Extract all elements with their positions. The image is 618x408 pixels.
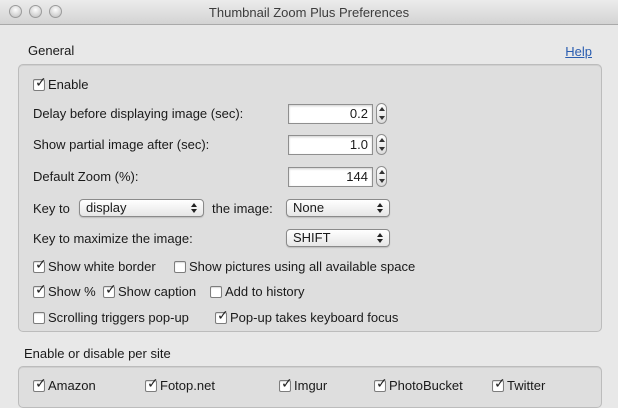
show-white-border-label: Show white border (48, 259, 156, 274)
delay-label: Delay before displaying image (sec): (33, 106, 244, 121)
key-modifier-select[interactable]: None (286, 199, 390, 217)
checkbox-box[interactable] (174, 260, 186, 273)
preferences-content: General Help ✓ Enable Delay before displ… (0, 25, 618, 408)
checkmark-icon: ✓ (376, 374, 388, 391)
keyboard-focus-checkbox[interactable]: ✓ Pop-up takes keyboard focus (215, 308, 399, 325)
stepper-up-icon[interactable] (379, 170, 385, 174)
use-all-space-checkbox[interactable]: Show pictures using all available space (174, 259, 415, 274)
checkbox-box[interactable] (210, 285, 222, 298)
help-link[interactable]: Help (565, 44, 592, 59)
site-imgur-checkbox[interactable]: ✓ Imgur (279, 376, 328, 393)
popup-arrows-icon (377, 203, 383, 213)
show-caption-checkbox[interactable]: ✓ Show caption (103, 282, 197, 299)
checkbox-box[interactable]: ✓ (33, 257, 47, 273)
popup-arrows-icon (377, 233, 383, 243)
stepper-down-icon[interactable] (379, 179, 385, 183)
stepper-up-icon[interactable] (379, 107, 385, 111)
delay-stepper[interactable] (376, 103, 387, 124)
site-twitter-label: Twitter (507, 378, 546, 393)
checkbox-box[interactable]: ✓ (33, 376, 47, 392)
partial-image-label: Show partial image after (sec): (33, 137, 210, 152)
enable-label: Enable (48, 77, 89, 92)
checkbox-box[interactable]: ✓ (215, 308, 229, 324)
key-action-select[interactable]: display (79, 199, 204, 217)
enable-checkbox[interactable]: ✓ Enable (33, 75, 89, 92)
add-to-history-label: Add to history (225, 284, 305, 299)
checkbox-box[interactable]: ✓ (374, 376, 388, 392)
checkbox-box[interactable]: ✓ (279, 376, 293, 392)
default-zoom-stepper[interactable] (376, 166, 387, 187)
checkmark-icon: ✓ (35, 374, 47, 391)
checkbox-box[interactable] (33, 311, 45, 324)
window-title: Thumbnail Zoom Plus Preferences (208, 5, 410, 20)
keyboard-focus-label: Pop-up takes keyboard focus (230, 310, 399, 325)
checkbox-box[interactable]: ✓ (103, 282, 117, 298)
show-caption-label: Show caption (118, 284, 197, 299)
partial-image-stepper[interactable] (376, 134, 387, 155)
key-action-value: display (86, 200, 127, 215)
show-percent-checkbox[interactable]: ✓ Show % (33, 282, 96, 299)
delay-input[interactable]: 0.2 (288, 104, 373, 124)
add-to-history-checkbox[interactable]: Add to history (210, 284, 305, 299)
the-image-label: the image: (212, 201, 273, 216)
checkmark-icon: ✓ (217, 306, 229, 323)
checkmark-icon: ✓ (147, 374, 159, 391)
stepper-up-icon[interactable] (379, 138, 385, 142)
scrolling-popup-label: Scrolling triggers pop-up (48, 310, 189, 325)
site-amazon-checkbox[interactable]: ✓ Amazon (33, 376, 96, 393)
checkbox-box[interactable]: ✓ (145, 376, 159, 392)
maximize-key-value: SHIFT (293, 230, 331, 245)
checkbox-box[interactable]: ✓ (33, 282, 47, 298)
sites-section-title: Enable or disable per site (24, 346, 171, 361)
title-bar: Thumbnail Zoom Plus Preferences (0, 0, 618, 25)
scrolling-popup-checkbox[interactable]: Scrolling triggers pop-up (33, 310, 189, 325)
checkbox-box[interactable]: ✓ (33, 75, 47, 91)
checkmark-icon: ✓ (281, 374, 293, 391)
key-to-label: Key to (33, 201, 70, 216)
use-all-space-label: Show pictures using all available space (189, 259, 416, 274)
checkmark-icon: ✓ (105, 280, 117, 297)
site-imgur-label: Imgur (294, 378, 328, 393)
show-percent-label: Show % (48, 284, 96, 299)
site-amazon-label: Amazon (48, 378, 96, 393)
checkmark-icon: ✓ (35, 73, 47, 90)
maximize-key-select[interactable]: SHIFT (286, 229, 390, 247)
checkmark-icon: ✓ (35, 280, 47, 297)
default-zoom-label: Default Zoom (%): (33, 169, 139, 184)
site-fotop-label: Fotop.net (160, 378, 215, 393)
checkmark-icon: ✓ (35, 255, 47, 272)
key-modifier-value: None (293, 200, 325, 215)
partial-image-input[interactable]: 1.0 (288, 135, 373, 155)
checkmark-icon: ✓ (494, 374, 506, 391)
default-zoom-input[interactable]: 144 (288, 167, 373, 187)
popup-arrows-icon (191, 203, 197, 213)
maximize-key-label: Key to maximize the image: (33, 231, 193, 246)
site-photobucket-checkbox[interactable]: ✓ PhotoBucket (374, 376, 463, 393)
site-twitter-checkbox[interactable]: ✓ Twitter (492, 376, 546, 393)
show-white-border-checkbox[interactable]: ✓ Show white border (33, 257, 156, 274)
stepper-down-icon[interactable] (379, 116, 385, 120)
stepper-down-icon[interactable] (379, 147, 385, 151)
general-section-title: General (28, 43, 75, 58)
site-photobucket-label: PhotoBucket (389, 378, 463, 393)
site-fotop-checkbox[interactable]: ✓ Fotop.net (145, 376, 215, 393)
checkbox-box[interactable]: ✓ (492, 376, 506, 392)
